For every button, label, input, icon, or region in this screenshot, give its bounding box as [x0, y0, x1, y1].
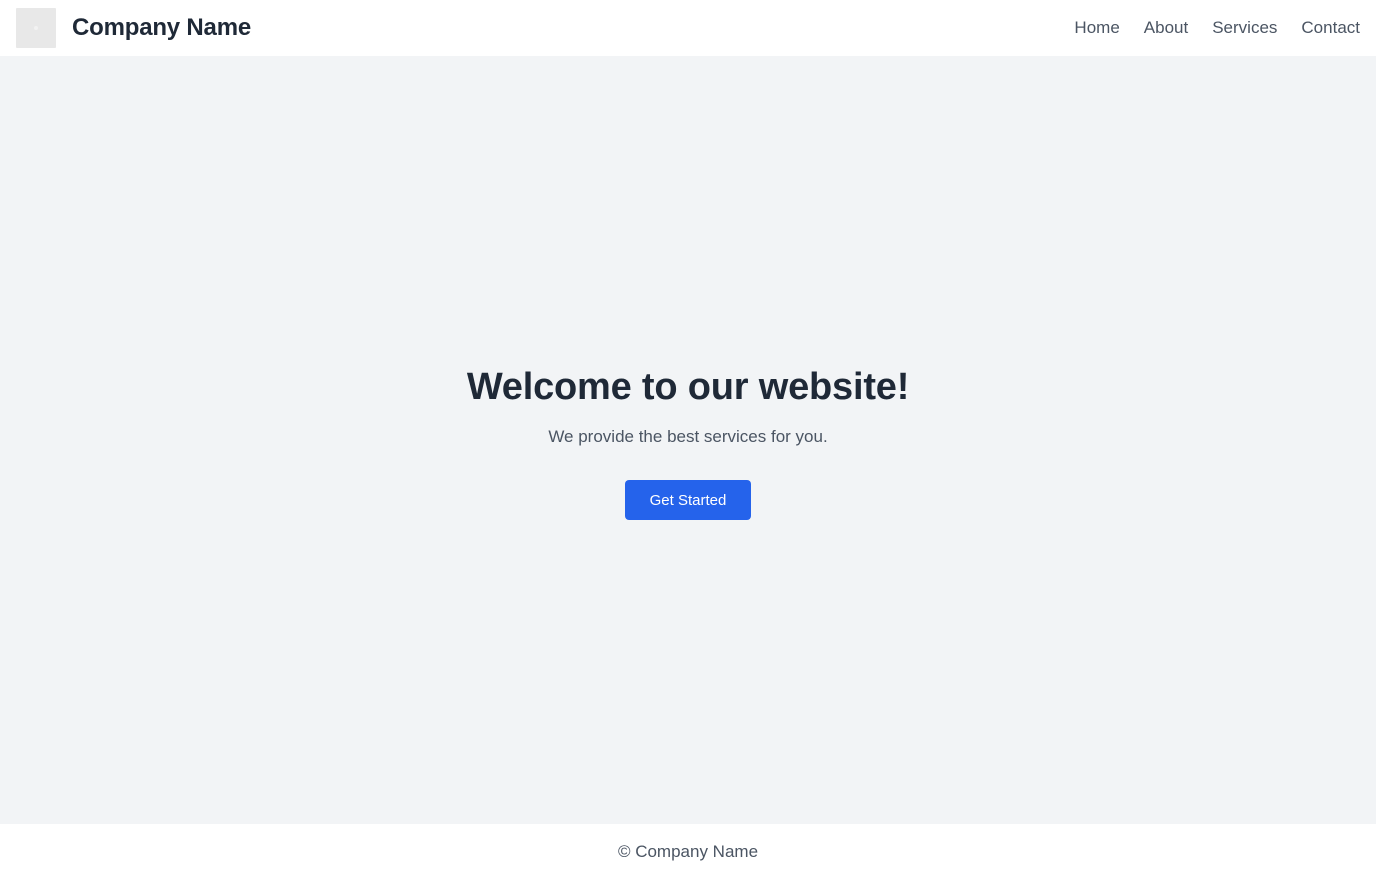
hero-title: Welcome to our website! — [466, 366, 910, 408]
get-started-button[interactable]: Get Started — [625, 480, 751, 520]
page: Company Name Home About Services Contact… — [0, 0, 1376, 880]
main-nav: Home About Services Contact — [1050, 18, 1360, 38]
hero-subtitle: We provide the best services for you. — [548, 427, 828, 446]
nav-link-home[interactable]: Home — [1074, 18, 1119, 38]
hero-section: Welcome to our website! We provide the b… — [0, 56, 1376, 824]
nav-link-about[interactable]: About — [1144, 18, 1188, 38]
brand[interactable]: Company Name — [16, 8, 251, 48]
company-name: Company Name — [72, 14, 251, 41]
logo-icon — [16, 8, 56, 48]
footer-copyright: © Company Name — [617, 842, 759, 861]
site-footer: © Company Name — [0, 824, 1376, 880]
logo-placeholder-dot — [34, 26, 38, 30]
nav-link-contact[interactable]: Contact — [1301, 18, 1360, 38]
nav-link-services[interactable]: Services — [1212, 18, 1277, 38]
site-header: Company Name Home About Services Contact — [0, 0, 1376, 56]
